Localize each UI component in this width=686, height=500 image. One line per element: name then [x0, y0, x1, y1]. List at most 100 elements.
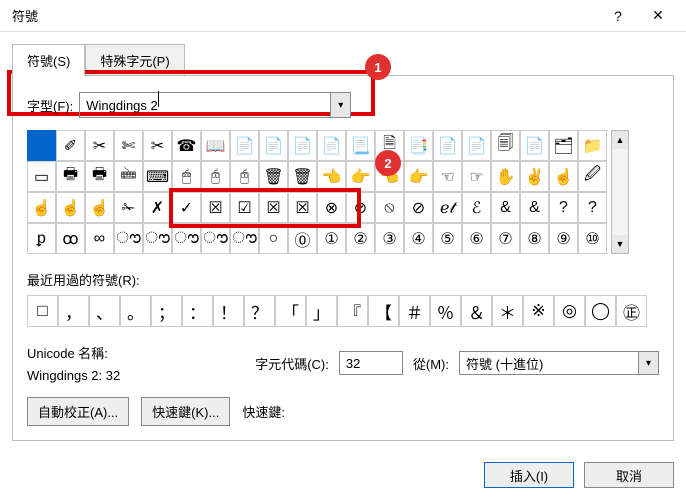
- symbol-cell[interactable]: ℯ𝓉: [433, 192, 462, 223]
- symbol-cell[interactable]: ⑨: [549, 223, 578, 254]
- symbol-cell[interactable]: ✂: [85, 130, 114, 161]
- symbol-cell[interactable]: 👈: [375, 161, 404, 192]
- symbol-cell[interactable]: 🖶: [85, 161, 114, 192]
- symbol-cell[interactable]: ⑦: [491, 223, 520, 254]
- symbol-cell[interactable]: 📄: [288, 130, 317, 161]
- insert-button[interactable]: 插入(I): [484, 462, 574, 488]
- recent-symbol-cell[interactable]: 」: [306, 295, 337, 327]
- symbol-cell[interactable]: ⌨: [143, 161, 172, 192]
- recent-symbol-cell[interactable]: ，: [58, 295, 89, 327]
- symbol-cell[interactable]: ⊘: [404, 192, 433, 223]
- symbol-cell[interactable]: ൗ: [201, 223, 230, 254]
- symbol-cell[interactable]: 👉: [404, 161, 433, 192]
- symbol-cell[interactable]: ℰ: [462, 192, 491, 223]
- symbol-cell[interactable]: ൗ: [114, 223, 143, 254]
- recent-symbol-cell[interactable]: ㊣: [616, 295, 647, 327]
- symbol-cell[interactable]: ☒: [288, 192, 317, 223]
- recent-symbol-cell[interactable]: ？: [244, 295, 275, 327]
- symbol-cell[interactable]: ⦸: [375, 192, 404, 223]
- symbol-cell[interactable]: 📄: [462, 130, 491, 161]
- symbol-cell[interactable]: 🗂: [549, 130, 578, 161]
- symbol-cell[interactable]: &: [491, 192, 520, 223]
- symbol-cell[interactable]: &: [520, 192, 549, 223]
- symbol-cell[interactable]: 📄: [520, 130, 549, 161]
- symbol-cell[interactable]: ൗ: [172, 223, 201, 254]
- recent-symbol-cell[interactable]: ；: [151, 295, 182, 327]
- scroll-up-icon[interactable]: ▲: [612, 131, 628, 149]
- symbol-cell[interactable]: 📖: [201, 130, 230, 161]
- symbol-cell[interactable]: ꝏ: [56, 223, 85, 254]
- cancel-button[interactable]: 取消: [584, 462, 674, 488]
- symbol-cell[interactable]: ☝: [27, 192, 56, 223]
- symbol-cell[interactable]: ∞: [85, 223, 114, 254]
- tab-symbols[interactable]: 符號(S): [12, 44, 85, 76]
- symbol-cell[interactable]: 🖱: [172, 161, 201, 192]
- scrollbar[interactable]: ▲ ▼: [611, 130, 629, 254]
- symbol-cell[interactable]: [27, 130, 56, 161]
- symbol-cell[interactable]: ①: [317, 223, 346, 254]
- symbol-cell[interactable]: ⊘: [346, 192, 375, 223]
- chevron-down-icon[interactable]: ▾: [330, 93, 350, 117]
- symbol-cell[interactable]: 📄: [259, 130, 288, 161]
- symbol-cell[interactable]: ☒: [259, 192, 288, 223]
- autocorrect-button[interactable]: 自動校正(A)...: [27, 397, 129, 426]
- shortcut-key-button[interactable]: 快速鍵(K)...: [141, 397, 230, 426]
- symbol-cell[interactable]: ☝: [56, 192, 85, 223]
- symbol-cell[interactable]: ▭: [27, 161, 56, 192]
- symbol-cell[interactable]: 🗐: [491, 130, 520, 161]
- symbol-cell[interactable]: ✐: [56, 130, 85, 161]
- scroll-track[interactable]: [612, 149, 628, 235]
- recent-symbol-cell[interactable]: ＃: [399, 295, 430, 327]
- symbol-cell[interactable]: ✓: [172, 192, 201, 223]
- recent-symbol-cell[interactable]: ％: [430, 295, 461, 327]
- tab-special-chars[interactable]: 特殊字元(P): [85, 44, 184, 76]
- symbol-cell[interactable]: ☎: [172, 130, 201, 161]
- symbol-cell[interactable]: 🗑: [259, 161, 288, 192]
- recent-symbol-cell[interactable]: 【: [368, 295, 399, 327]
- symbol-cell[interactable]: ✌: [520, 161, 549, 192]
- symbol-cell[interactable]: ☒: [201, 192, 230, 223]
- symbol-cell[interactable]: ✋: [491, 161, 520, 192]
- symbol-cell[interactable]: ൗ: [230, 223, 259, 254]
- chevron-down-icon[interactable]: ▾: [638, 352, 658, 374]
- recent-symbol-cell[interactable]: ◯: [585, 295, 616, 327]
- symbol-cell[interactable]: ☝: [549, 161, 578, 192]
- symbol-cell[interactable]: ⊗: [317, 192, 346, 223]
- symbol-cell[interactable]: 🗎: [375, 130, 404, 161]
- recent-symbol-cell[interactable]: ：: [182, 295, 213, 327]
- symbol-cell[interactable]: 👈: [317, 161, 346, 192]
- recent-symbol-cell[interactable]: ＊: [492, 295, 523, 327]
- symbol-cell[interactable]: ☝: [85, 192, 114, 223]
- symbol-cell[interactable]: ✁: [114, 192, 143, 223]
- symbol-cell[interactable]: ③: [375, 223, 404, 254]
- symbol-cell[interactable]: ☜: [433, 161, 462, 192]
- recent-symbol-cell[interactable]: □: [27, 295, 58, 327]
- symbol-cell[interactable]: 📄: [433, 130, 462, 161]
- symbol-cell[interactable]: 🖰: [201, 161, 230, 192]
- symbol-cell[interactable]: ○: [259, 223, 288, 254]
- symbol-cell[interactable]: 🖮: [114, 161, 143, 192]
- symbol-cell[interactable]: ✂: [143, 130, 172, 161]
- symbol-cell[interactable]: ⑤: [433, 223, 462, 254]
- symbol-cell[interactable]: 📑: [404, 130, 433, 161]
- symbol-cell[interactable]: ✗: [143, 192, 172, 223]
- symbol-cell[interactable]: 🖰: [230, 161, 259, 192]
- symbol-cell[interactable]: ☞: [462, 161, 491, 192]
- symbol-cell[interactable]: ④: [404, 223, 433, 254]
- symbol-cell[interactable]: ?: [549, 192, 578, 223]
- symbol-cell[interactable]: ②: [346, 223, 375, 254]
- scroll-down-icon[interactable]: ▼: [612, 235, 628, 253]
- font-select[interactable]: Wingdings 2 ▾: [79, 92, 351, 118]
- symbol-cell[interactable]: ⑥: [462, 223, 491, 254]
- recent-symbol-cell[interactable]: 、: [89, 295, 120, 327]
- symbol-cell[interactable]: ᵱ: [27, 223, 56, 254]
- symbol-cell[interactable]: ൗ: [143, 223, 172, 254]
- char-code-input[interactable]: [339, 351, 403, 375]
- close-button[interactable]: ✕: [638, 2, 678, 30]
- recent-symbol-cell[interactable]: ！: [213, 295, 244, 327]
- recent-symbol-cell[interactable]: ＆: [461, 295, 492, 327]
- recent-symbol-cell[interactable]: 『: [337, 295, 368, 327]
- symbol-cell[interactable]: ?: [578, 192, 607, 223]
- from-select[interactable]: 符號 (十進位) ▾: [459, 351, 659, 375]
- help-button[interactable]: ?: [598, 2, 638, 30]
